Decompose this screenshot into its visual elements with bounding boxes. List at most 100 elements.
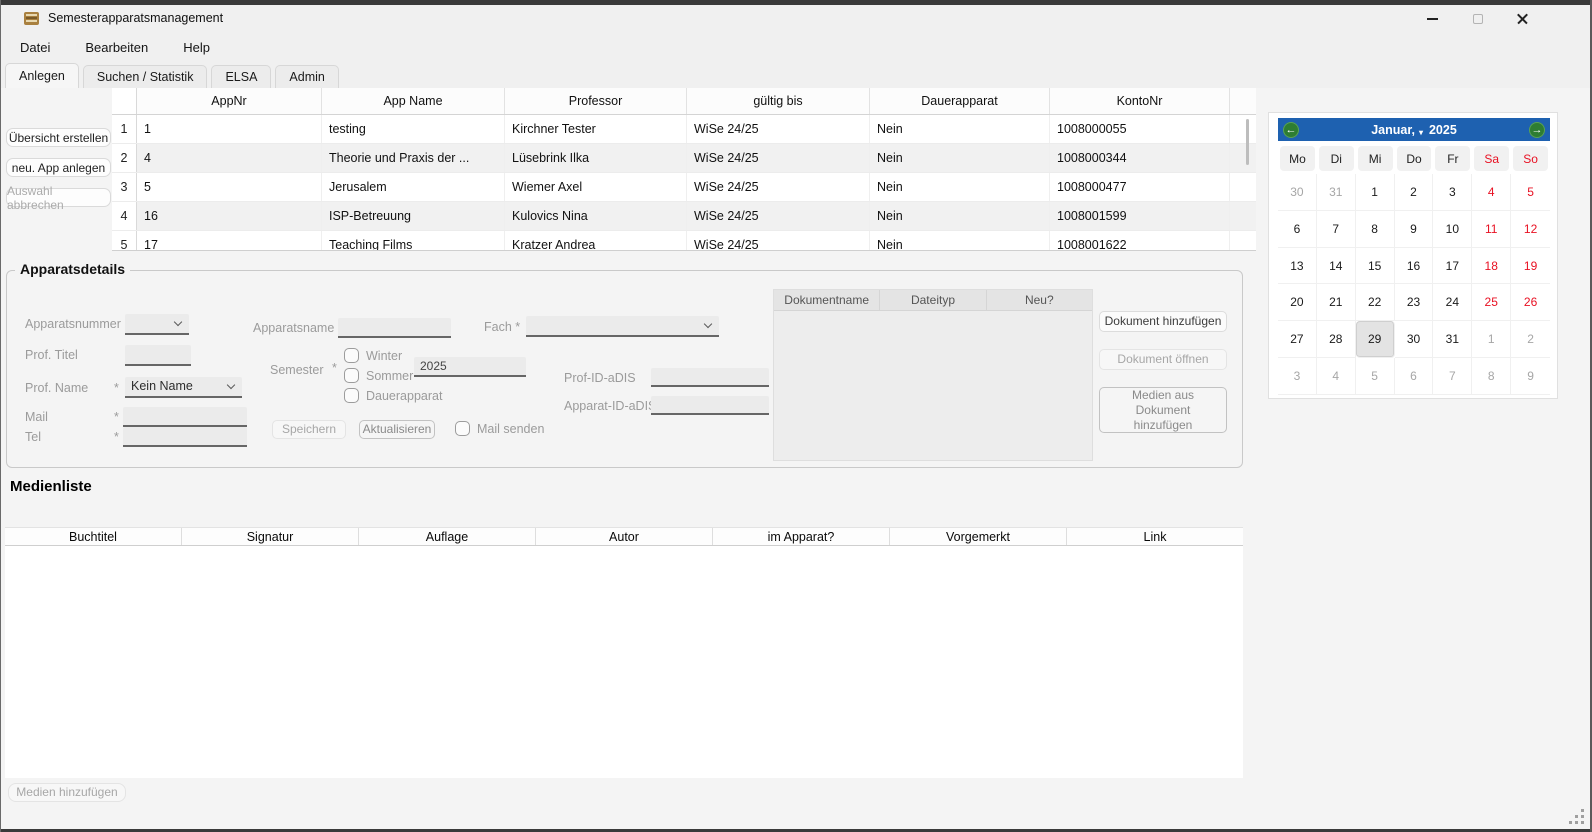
calendar-year[interactable]: 2025 — [1429, 123, 1457, 137]
resize-grip-icon[interactable] — [1567, 807, 1585, 825]
col-dateityp[interactable]: Dateityp — [880, 290, 986, 310]
col-link[interactable]: Link — [1067, 528, 1243, 545]
col-kontonr[interactable]: KontoNr — [1050, 88, 1230, 114]
app-table-row[interactable]: 1 1 testing Kirchner Tester WiSe 24/25 N… — [112, 115, 1256, 144]
medien-table-body[interactable] — [5, 546, 1243, 778]
app-table-row[interactable]: 3 5 Jerusalem Wiemer Axel WiSe 24/25 Nei… — [112, 173, 1256, 202]
calendar-day[interactable]: 7 — [1317, 211, 1356, 248]
close-button[interactable] — [1500, 5, 1545, 32]
calendar-day[interactable]: 19 — [1511, 248, 1550, 285]
cancel-selection-button[interactable]: Auswahl abbrechen — [6, 188, 111, 207]
calendar-day[interactable]: 17 — [1433, 248, 1472, 285]
document-list[interactable]: Dokumentname Dateityp Neu? — [773, 289, 1093, 461]
dokument-oeffnen-button[interactable]: Dokument öffnen — [1099, 349, 1227, 370]
col-buchtitel[interactable]: Buchtitel — [5, 528, 182, 545]
col-dauerapparat[interactable]: Dauerapparat — [870, 88, 1050, 114]
calendar-day[interactable]: 7 — [1433, 358, 1472, 395]
calendar-day[interactable]: 8 — [1356, 211, 1395, 248]
dauerapparat-radio[interactable] — [344, 388, 359, 403]
semester-year-input[interactable]: 2025 — [414, 357, 526, 377]
col-signatur[interactable]: Signatur — [182, 528, 359, 545]
calendar-day-selected[interactable]: 29 — [1356, 321, 1395, 358]
apparatsnummer-select[interactable] — [125, 314, 189, 335]
tel-input[interactable] — [123, 427, 247, 447]
prof-name-select[interactable]: Kein Name — [125, 377, 242, 398]
app-table-row[interactable]: 2 4 Theorie und Praxis der ... Lüsebrink… — [112, 144, 1256, 173]
tab-admin[interactable]: Admin — [275, 65, 338, 88]
calendar-day[interactable]: 10 — [1433, 211, 1472, 248]
app-table-row[interactable]: 4 16 ISP-Betreuung Kulovics Nina WiSe 24… — [112, 202, 1256, 231]
speichern-button[interactable]: Speichern — [272, 420, 346, 439]
table-scrollbar-thumb[interactable] — [1246, 119, 1249, 165]
calendar-day[interactable]: 8 — [1472, 358, 1511, 395]
calendar-day[interactable]: 30 — [1395, 321, 1434, 358]
mail-senden-checkbox[interactable] — [455, 421, 470, 436]
calendar-day[interactable]: 22 — [1356, 284, 1395, 321]
minimize-button[interactable] — [1410, 5, 1455, 32]
aktualisieren-button[interactable]: Aktualisieren — [359, 420, 435, 439]
col-gueltig-bis[interactable]: gültig bis — [687, 88, 870, 114]
apparat-id-adis-input[interactable] — [651, 396, 769, 415]
prof-id-adis-input[interactable] — [651, 368, 769, 387]
sommer-radio[interactable] — [344, 368, 359, 383]
menu-help[interactable]: Help — [179, 37, 214, 58]
calendar-day[interactable]: 27 — [1278, 321, 1317, 358]
calendar-day[interactable]: 4 — [1472, 174, 1511, 211]
calendar-day[interactable]: 14 — [1317, 248, 1356, 285]
next-month-button[interactable]: → — [1529, 122, 1545, 138]
calendar-day[interactable]: 1 — [1472, 321, 1511, 358]
calendar-day[interactable]: 9 — [1511, 358, 1550, 395]
create-overview-button[interactable]: Übersicht erstellen — [6, 128, 111, 147]
col-professor[interactable]: Professor — [505, 88, 687, 114]
mail-input[interactable] — [123, 407, 247, 427]
menu-datei[interactable]: Datei — [16, 37, 54, 58]
calendar-day[interactable]: 28 — [1317, 321, 1356, 358]
tab-anlegen[interactable]: Anlegen — [5, 63, 79, 88]
medien-hinzufuegen-button[interactable]: Medien hinzufügen — [8, 783, 126, 802]
calendar-day[interactable]: 21 — [1317, 284, 1356, 321]
col-neu[interactable]: Neu? — [987, 290, 1092, 310]
calendar-day[interactable]: 23 — [1395, 284, 1434, 321]
calendar-day[interactable]: 1 — [1356, 174, 1395, 211]
calendar-day[interactable]: 3 — [1433, 174, 1472, 211]
calendar-day[interactable]: 4 — [1317, 358, 1356, 395]
winter-radio[interactable] — [344, 348, 359, 363]
tab-elsa[interactable]: ELSA — [211, 65, 271, 88]
fach-select[interactable] — [526, 316, 719, 337]
calendar-day[interactable]: 11 — [1472, 211, 1511, 248]
medien-aus-dokument-button[interactable]: Medien aus Dokument hinzufügen — [1099, 387, 1227, 433]
calendar-day[interactable]: 3 — [1278, 358, 1317, 395]
previous-month-button[interactable]: ← — [1283, 122, 1299, 138]
apparatsname-input[interactable] — [338, 318, 451, 338]
app-table-row[interactable]: 5 17 Teaching Films Kratzer Andrea WiSe … — [112, 231, 1256, 251]
calendar-day[interactable]: 6 — [1278, 211, 1317, 248]
tab-suchen-statistik[interactable]: Suchen / Statistik — [83, 65, 208, 88]
calendar-day[interactable]: 5 — [1356, 358, 1395, 395]
calendar-day[interactable]: 20 — [1278, 284, 1317, 321]
col-appnr[interactable]: AppNr — [137, 88, 322, 114]
col-app-name[interactable]: App Name — [322, 88, 505, 114]
calendar-day[interactable]: 5 — [1511, 174, 1550, 211]
calendar-day[interactable]: 2 — [1511, 321, 1550, 358]
calendar-day[interactable]: 2 — [1395, 174, 1434, 211]
calendar-day[interactable]: 26 — [1511, 284, 1550, 321]
calendar-day[interactable]: 25 — [1472, 284, 1511, 321]
col-auflage[interactable]: Auflage — [359, 528, 536, 545]
prof-titel-input[interactable] — [125, 345, 191, 366]
new-app-button[interactable]: neu. App anlegen — [6, 158, 111, 177]
calendar-day[interactable]: 9 — [1395, 211, 1434, 248]
dokument-hinzufuegen-button[interactable]: Dokument hinzufügen — [1099, 311, 1227, 332]
maximize-button[interactable] — [1455, 5, 1500, 32]
calendar-day[interactable]: 24 — [1433, 284, 1472, 321]
calendar-day[interactable]: 18 — [1472, 248, 1511, 285]
calendar-day[interactable]: 16 — [1395, 248, 1434, 285]
menu-bearbeiten[interactable]: Bearbeiten — [81, 37, 152, 58]
calendar-day[interactable]: 12 — [1511, 211, 1550, 248]
col-im-apparat[interactable]: im Apparat? — [713, 528, 890, 545]
calendar-month[interactable]: Januar, — [1371, 123, 1415, 137]
calendar-day[interactable]: 31 — [1317, 174, 1356, 211]
calendar-day[interactable]: 6 — [1395, 358, 1434, 395]
calendar-day[interactable]: 30 — [1278, 174, 1317, 211]
calendar-day[interactable]: 31 — [1433, 321, 1472, 358]
calendar-day[interactable]: 13 — [1278, 248, 1317, 285]
